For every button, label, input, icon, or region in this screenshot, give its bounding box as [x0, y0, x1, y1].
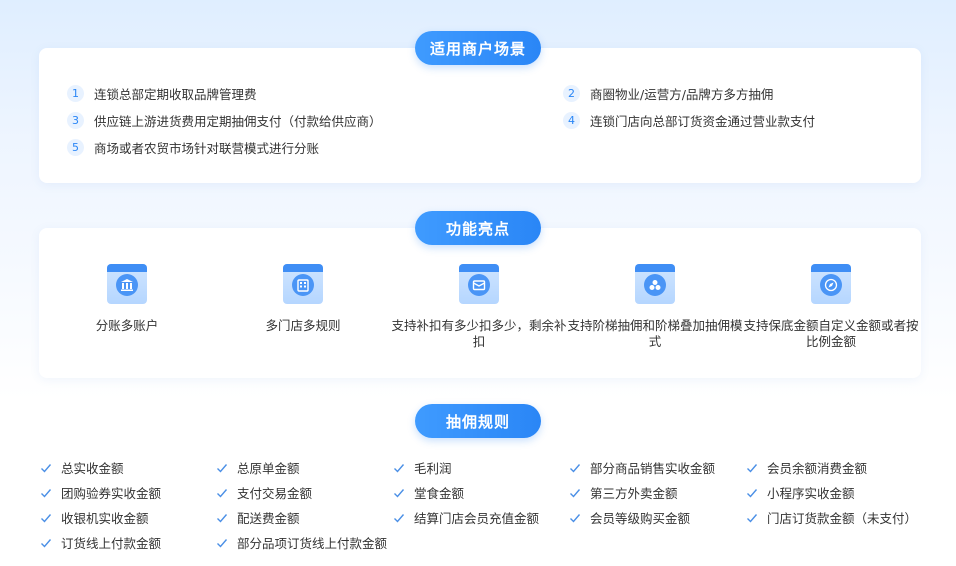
rule-label: 堂食金额	[414, 486, 465, 501]
scene-number-badge: 1	[67, 85, 84, 102]
rule-label: 部分品项订货线上付款金额	[237, 536, 388, 551]
check-icon	[747, 513, 758, 523]
rule-item: 毛利润	[393, 458, 452, 477]
rule-label: 结算门店会员充值金额	[414, 511, 540, 526]
rule-item: 订货线上付款金额	[40, 533, 161, 552]
rule-label: 总原单金额	[237, 461, 300, 476]
check-icon	[394, 488, 405, 498]
rule-label: 会员余额消费金额	[767, 461, 868, 476]
check-icon	[394, 463, 405, 473]
rule-item: 部分品项订货线上付款金额	[216, 533, 387, 552]
check-icon	[570, 488, 581, 498]
rule-item: 支付交易金额	[216, 483, 312, 502]
scene-item: 1 连锁总部定期收取品牌管理费	[67, 84, 257, 103]
check-icon	[217, 513, 228, 523]
check-icon	[747, 488, 758, 498]
rule-item: 小程序实收金额	[746, 483, 855, 502]
scene-number-badge: 5	[67, 139, 84, 156]
check-icon	[394, 513, 405, 523]
rule-label: 团购验券实收金额	[61, 486, 162, 501]
rule-label: 会员等级购买金额	[590, 511, 691, 526]
rule-label: 配送费金额	[237, 511, 300, 526]
check-icon	[41, 513, 52, 523]
check-icon	[570, 513, 581, 523]
features-card: 分账多账户 多门店多规则 支持补扣有多少扣多少，剩余补扣 支持阶梯抽佣和阶梯叠加…	[39, 228, 921, 378]
rule-item: 门店订货款金额（未支付）	[746, 508, 917, 527]
rule-label: 第三方外卖金额	[590, 486, 678, 501]
scene-text: 商场或者农贸市场针对联营模式进行分账	[94, 141, 320, 156]
scene-text: 连锁总部定期收取品牌管理费	[94, 87, 257, 102]
wallet-icon	[459, 264, 499, 304]
feature-item: 支持阶梯抽佣和阶梯叠加抽佣模式	[567, 264, 743, 350]
rule-label: 毛利润	[414, 461, 452, 476]
rule-label: 总实收金额	[61, 461, 124, 476]
rule-item: 会员余额消费金额	[746, 458, 867, 477]
section-title-features: 功能亮点	[415, 211, 541, 245]
scene-item: 5 商场或者农贸市场针对联营模式进行分账	[67, 138, 319, 157]
rule-item: 配送费金额	[216, 508, 300, 527]
rule-label: 部分商品销售实收金额	[590, 461, 716, 476]
scene-item: 4 连锁门店向总部订货资金通过营业款支付	[563, 111, 815, 130]
scene-item: 2 商圈物业/运营方/品牌方多方抽佣	[563, 84, 773, 103]
bank-icon	[107, 264, 147, 304]
feature-label: 支持保底金额自定义金额或者按比例金额	[743, 318, 919, 349]
feature-label: 多门店多规则	[265, 318, 341, 333]
rule-item: 总实收金额	[40, 458, 124, 477]
feature-label: 支持补扣有多少扣多少，剩余补扣	[391, 318, 567, 349]
tiered-icon	[635, 264, 675, 304]
rule-item: 结算门店会员充值金额	[393, 508, 539, 527]
section-title-rules: 抽佣规则	[415, 404, 541, 438]
rule-item: 第三方外卖金额	[569, 483, 678, 502]
check-icon	[41, 488, 52, 498]
feature-label: 分账多账户	[95, 318, 159, 333]
check-icon	[570, 463, 581, 473]
scenes-card: 1 连锁总部定期收取品牌管理费 2 商圈物业/运营方/品牌方多方抽佣 3 供应链…	[39, 48, 921, 183]
rule-label: 收银机实收金额	[61, 511, 149, 526]
check-icon	[747, 463, 758, 473]
rule-item: 会员等级购买金额	[569, 508, 690, 527]
rule-item: 团购验券实收金额	[40, 483, 161, 502]
check-icon	[41, 538, 52, 548]
check-icon	[217, 463, 228, 473]
feature-item: 多门店多规则	[215, 264, 391, 334]
rule-label: 门店订货款金额（未支付）	[767, 511, 918, 526]
scene-number-badge: 2	[563, 85, 580, 102]
rule-label: 小程序实收金额	[767, 486, 855, 501]
feature-label: 支持阶梯抽佣和阶梯叠加抽佣模式	[567, 318, 743, 349]
rule-item: 收银机实收金额	[40, 508, 149, 527]
check-icon	[217, 488, 228, 498]
rule-label: 订货线上付款金额	[61, 536, 162, 551]
scene-text: 连锁门店向总部订货资金通过营业款支付	[590, 114, 816, 129]
feature-item: 支持补扣有多少扣多少，剩余补扣	[391, 264, 567, 350]
scene-number-badge: 3	[67, 112, 84, 129]
scene-text: 供应链上游进货费用定期抽佣支付（付款给供应商）	[94, 114, 382, 129]
scene-text: 商圈物业/运营方/品牌方多方抽佣	[590, 87, 774, 102]
store-icon	[283, 264, 323, 304]
feature-item: 分账多账户	[39, 264, 215, 334]
feature-item: 支持保底金额自定义金额或者按比例金额	[743, 264, 919, 350]
check-icon	[217, 538, 228, 548]
rule-label: 支付交易金额	[237, 486, 313, 501]
rule-item: 总原单金额	[216, 458, 300, 477]
rule-item: 部分商品销售实收金额	[569, 458, 715, 477]
scene-number-badge: 4	[563, 112, 580, 129]
section-title-scenes: 适用商户场景	[415, 31, 541, 65]
check-icon	[41, 463, 52, 473]
rule-item: 堂食金额	[393, 483, 464, 502]
compass-icon	[811, 264, 851, 304]
scene-item: 3 供应链上游进货费用定期抽佣支付（付款给供应商）	[67, 111, 382, 130]
